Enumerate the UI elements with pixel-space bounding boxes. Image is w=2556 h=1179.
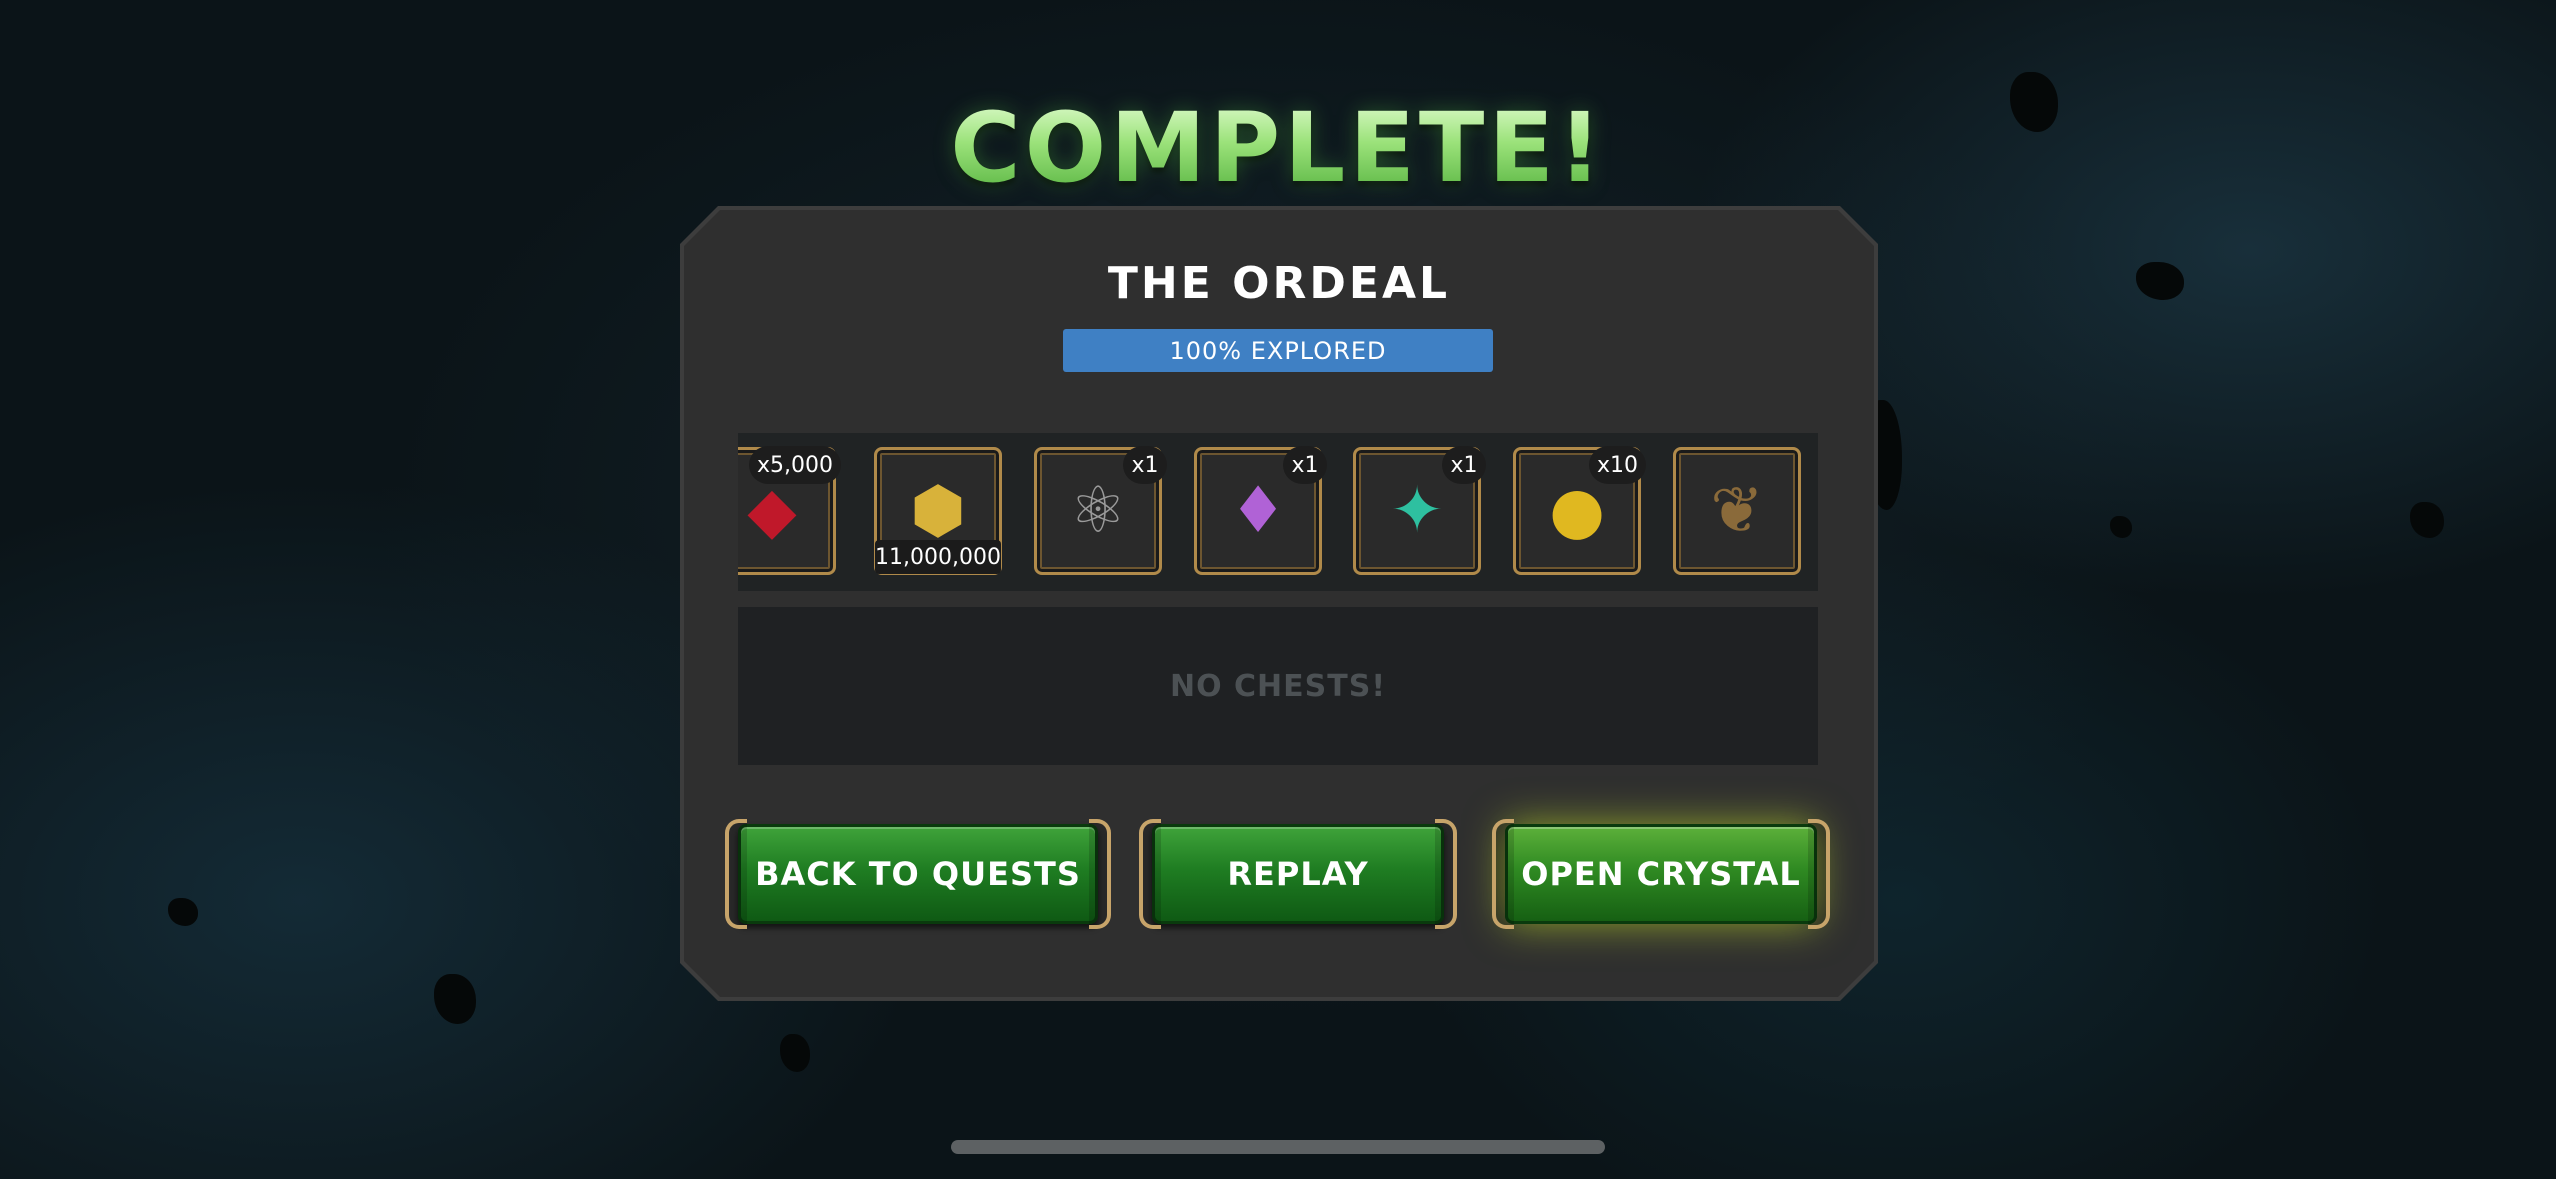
background-rock (2410, 502, 2444, 538)
reward-slot[interactable]: ❦ (1673, 447, 1801, 575)
gold-ore-icon: ⬢ (910, 474, 966, 548)
reward-amount-label: 11,000,000 (875, 540, 1001, 574)
back-to-quests-button[interactable]: BACK TO QUESTS (725, 819, 1111, 929)
reward-quantity-badge: x1 (1283, 446, 1327, 484)
replay-label: REPLAY (1227, 855, 1369, 893)
reward-quantity-badge: x1 (1442, 446, 1486, 484)
reward-quantity-badge: x1 (1123, 446, 1167, 484)
reward-slot[interactable]: ⚛ x1 (1034, 446, 1167, 575)
reward-quantity-badge: x10 (1588, 446, 1646, 484)
replay-button[interactable]: REPLAY (1139, 819, 1457, 929)
background-rock (2110, 516, 2132, 538)
reward-slot[interactable]: ⬢ 11,000,000 (874, 447, 1002, 575)
xp-coin-icon: ● (1549, 474, 1605, 548)
reward-quantity-badge: x5,000 (748, 446, 841, 484)
red-crystal-shards-icon: ◆ (747, 474, 797, 548)
back-to-quests-label: BACK TO QUESTS (755, 855, 1081, 893)
background-rock (434, 974, 476, 1024)
rewards-strip[interactable]: ◆ x5,000 ⬢ 11,000,000 ⚛ x1 ♦ x1 ✦ x1 ● x… (738, 433, 1818, 591)
laurel-wreath-icon: ❦ (1710, 474, 1764, 548)
explored-progress-bar: 100% EXPLORED (1063, 329, 1493, 372)
reward-slot[interactable]: ✦ x1 (1353, 446, 1486, 575)
complete-title: COMPLETE! (0, 92, 2556, 204)
teal-crystal-shard-icon: ✦ (1390, 474, 1444, 548)
background-rock (2136, 262, 2184, 300)
background-rock (168, 898, 198, 926)
open-crystal-button[interactable]: OPEN CRYSTAL (1492, 819, 1830, 929)
reward-slot[interactable]: ● x10 (1513, 446, 1646, 575)
reward-slot[interactable]: ◆ x5,000 (738, 446, 841, 575)
mystic-crystal-icon: ♦ (1229, 474, 1287, 548)
quest-name: THE ORDEAL (1107, 258, 1451, 309)
catalyst-molecule-icon: ⚛ (1069, 474, 1127, 548)
background-rock (780, 1034, 810, 1072)
no-chests-label: NO CHESTS! (1169, 668, 1387, 704)
home-indicator[interactable] (951, 1140, 1605, 1154)
reward-slot[interactable]: ♦ x1 (1194, 446, 1327, 575)
chests-area: NO CHESTS! (738, 607, 1818, 765)
open-crystal-label: OPEN CRYSTAL (1521, 855, 1801, 893)
